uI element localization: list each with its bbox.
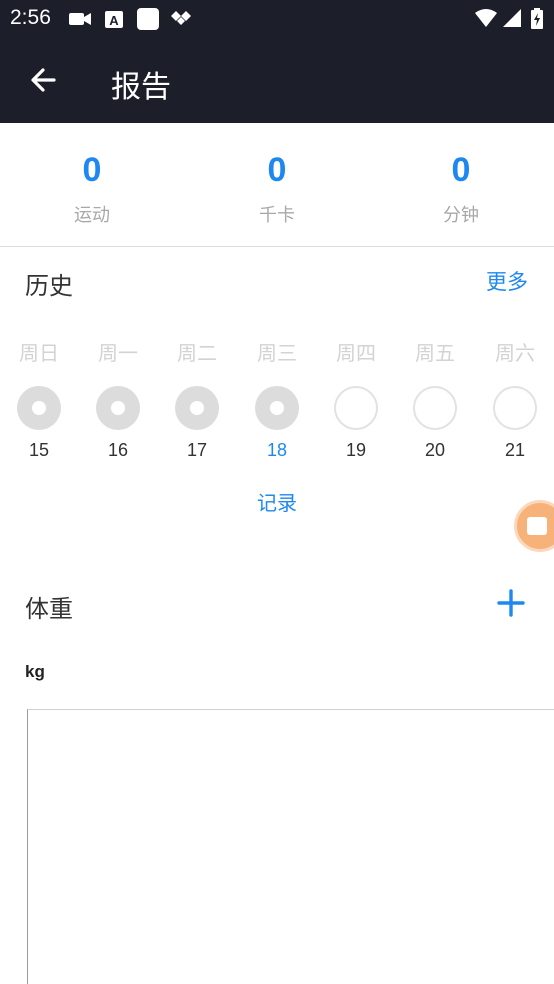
- day-date: 21: [504, 440, 526, 460]
- day-date-today: 18: [266, 440, 288, 460]
- stat-workouts-label: 运动: [74, 205, 110, 226]
- more-link[interactable]: 更多: [486, 266, 528, 296]
- day-date: 15: [28, 440, 50, 460]
- weight-unit-label: kg: [25, 662, 45, 681]
- weekday-label: 周二: [177, 341, 217, 365]
- day-status-done-today[interactable]: [255, 386, 299, 430]
- floating-video-button[interactable]: [514, 500, 554, 552]
- divider: [0, 246, 554, 247]
- battery-charging-icon: [531, 8, 543, 29]
- weekday-label: 周日: [19, 341, 59, 365]
- weight-title: 体重: [25, 595, 73, 623]
- history-title: 历史: [25, 272, 73, 300]
- weekday-label: 周四: [336, 341, 376, 365]
- app-notification-icon: [137, 8, 159, 30]
- weekday-label: 周一: [98, 341, 138, 365]
- day-status-done[interactable]: [96, 386, 140, 430]
- day-date: 20: [424, 440, 446, 460]
- stat-minutes-label: 分钟: [443, 205, 479, 226]
- stat-calories: 0 千卡: [185, 123, 369, 246]
- day-date: 16: [107, 440, 129, 460]
- camera-icon: [527, 517, 547, 535]
- weekday-label: 周六: [495, 341, 535, 365]
- back-arrow-icon[interactable]: [26, 62, 62, 98]
- diamond-notification-icon: [171, 11, 191, 25]
- status-time: 2:56: [10, 6, 51, 29]
- stat-calories-label: 千卡: [259, 205, 295, 226]
- weekday-label: 周五: [415, 341, 455, 365]
- day-status-done[interactable]: [175, 386, 219, 430]
- stat-calories-value: 0: [267, 151, 287, 189]
- weekday-label: 周三: [257, 341, 297, 365]
- day-status-done[interactable]: [17, 386, 61, 430]
- weight-chart: [27, 709, 554, 984]
- stat-workouts-value: 0: [82, 151, 102, 189]
- svg-text:A: A: [109, 13, 119, 28]
- record-link[interactable]: 记录: [0, 487, 554, 516]
- day-date: 19: [345, 440, 367, 460]
- stat-workouts: 0 运动: [0, 123, 184, 246]
- status-bar: 2:56 A: [0, 0, 554, 38]
- add-weight-icon[interactable]: [496, 588, 526, 618]
- font-notification-icon: A: [105, 11, 123, 28]
- stats-summary: 0 运动 0 千卡 0 分钟: [0, 123, 554, 246]
- day-status-empty[interactable]: [334, 386, 378, 430]
- signal-icon: [503, 9, 521, 27]
- video-notification-icon: [69, 13, 91, 25]
- day-date: 17: [186, 440, 208, 460]
- stat-minutes: 0 分钟: [369, 123, 553, 246]
- wifi-icon: [475, 9, 497, 27]
- app-bar: 报告: [0, 38, 554, 123]
- day-status-empty[interactable]: [493, 386, 537, 430]
- page-title: 报告: [111, 70, 171, 105]
- stat-minutes-value: 0: [451, 151, 471, 189]
- day-status-empty[interactable]: [413, 386, 457, 430]
